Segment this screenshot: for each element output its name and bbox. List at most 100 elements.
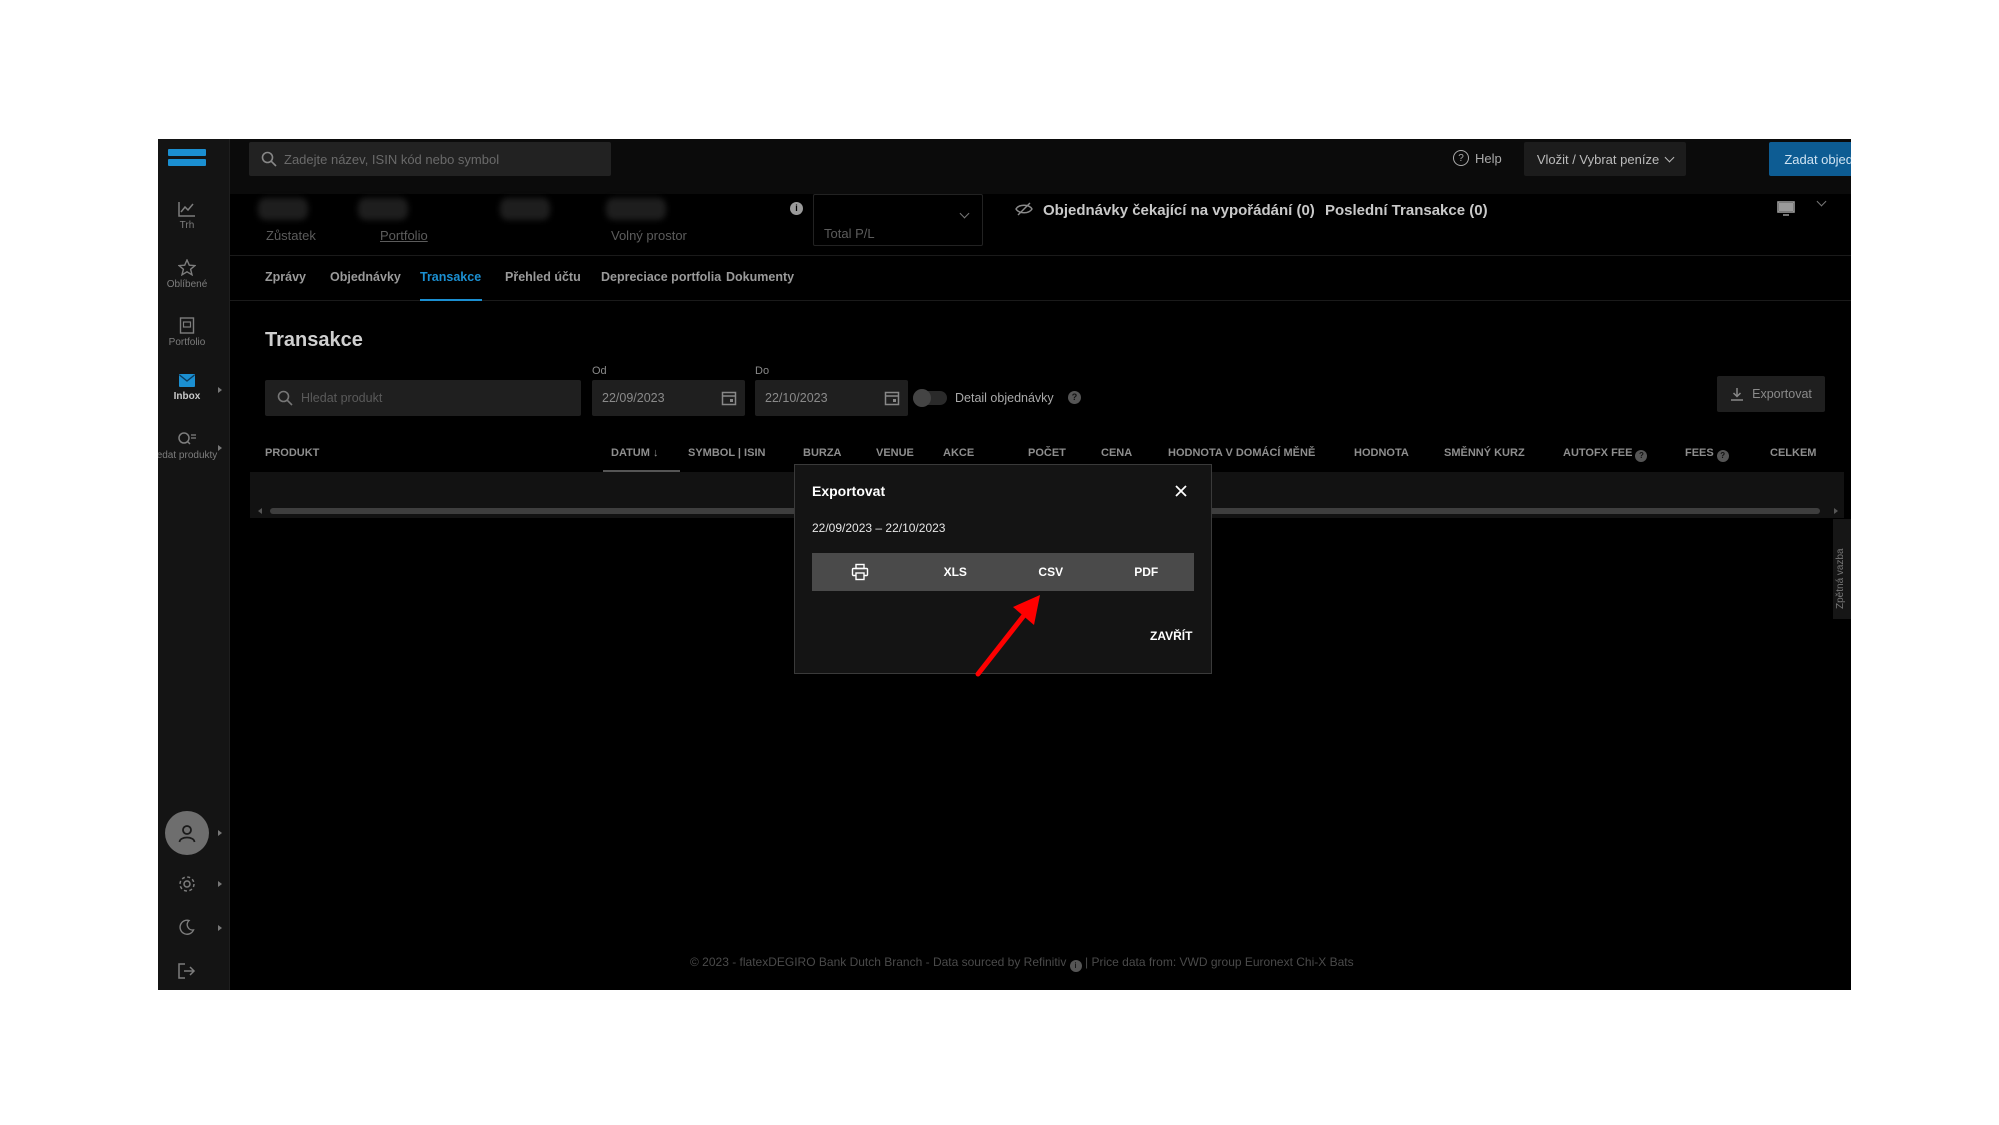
sidebar-item-label: Oblíbené — [166, 279, 208, 290]
tab-messages[interactable]: Zprávy — [265, 270, 306, 284]
scroll-right-arrow[interactable] — [1834, 508, 1838, 514]
column-header-action[interactable]: AKCE — [943, 447, 974, 459]
column-header-fees[interactable]: FEES? — [1685, 447, 1729, 462]
column-header-venue[interactable]: VENUE — [876, 447, 914, 459]
info-icon[interactable]: i — [1069, 960, 1082, 972]
close-icon[interactable] — [1173, 483, 1189, 499]
gear-icon[interactable] — [178, 875, 196, 893]
global-search-input[interactable]: Zadejte název, ISIN kód nebo symbol — [249, 142, 611, 176]
column-header-label: AUTOFX FEE — [1563, 447, 1633, 459]
sidebar-item-favorites[interactable]: Oblíbené — [158, 259, 216, 290]
chevron-down-icon — [1664, 152, 1675, 162]
sidebar-item-market[interactable]: Trh — [158, 201, 216, 231]
pl-label: Total P/L — [824, 226, 875, 241]
export-format-group: XLS CSV PDF — [812, 553, 1194, 591]
sidebar-item-label: Portfolio — [168, 337, 206, 348]
export-label: Exportovat — [1752, 387, 1812, 401]
pending-orders-link[interactable]: Objednávky čekající na vypořádání (0) — [1043, 202, 1315, 219]
calendar-icon[interactable] — [884, 390, 900, 406]
place-order-button[interactable]: Zadat objednávku — [1769, 142, 1851, 176]
monitor-icon[interactable] — [1777, 201, 1795, 216]
info-icon[interactable]: i — [790, 202, 803, 215]
column-header-price[interactable]: CENA — [1101, 447, 1132, 459]
chevron-right-icon[interactable] — [218, 445, 222, 451]
logout-icon[interactable] — [178, 963, 196, 979]
sidebar-item-search-products[interactable]: edat produkty — [158, 431, 226, 461]
export-date-range: 22/09/2023 – 22/10/2023 — [812, 521, 946, 535]
column-header-date[interactable]: DATUM ↓ — [611, 447, 658, 459]
top-bar: Zadejte název, ISIN kód nebo symbol ? He… — [230, 139, 1851, 194]
chevron-right-icon[interactable] — [218, 830, 222, 836]
xls-button[interactable]: XLS — [908, 553, 1004, 591]
tab-orders[interactable]: Objednávky — [330, 270, 401, 284]
help-icon[interactable]: ? — [1635, 450, 1648, 462]
from-date-value: 22/09/2023 — [602, 391, 665, 405]
to-date-field[interactable]: 22/10/2023 — [755, 380, 908, 416]
column-header-autofx-fee[interactable]: AUTOFX FEE? — [1563, 447, 1648, 462]
to-label: Do — [755, 365, 770, 377]
help-link[interactable]: ? Help — [1453, 150, 1502, 166]
column-header-value[interactable]: HODNOTA — [1354, 447, 1409, 459]
sidebar-item-inbox[interactable]: Inbox — [158, 373, 216, 402]
sidebar-item-portfolio[interactable]: Portfolio — [158, 317, 216, 348]
dialog-title: Exportovat — [812, 483, 886, 499]
tab-portfolio-depreciation[interactable]: Depreciace portfolia — [601, 270, 721, 284]
tab-account-overview[interactable]: Přehled účtu — [505, 270, 581, 284]
logo[interactable] — [168, 149, 206, 173]
order-detail-label: Detail objednávky — [955, 391, 1054, 405]
tab-transactions[interactable]: Transakce — [420, 270, 481, 284]
column-header-label: FEES — [1685, 447, 1714, 459]
user-icon — [178, 825, 196, 843]
search-products-icon — [178, 432, 196, 445]
blurred-value — [500, 198, 550, 220]
column-header-value-local[interactable]: HODNOTA V DOMÁCÍ MĚNĚ — [1168, 447, 1315, 459]
help-icon: ? — [1453, 150, 1469, 166]
csv-button[interactable]: CSV — [1003, 553, 1099, 591]
deposit-withdraw-button[interactable]: Vložit / Vybrat peníze — [1524, 142, 1686, 176]
print-button[interactable] — [812, 553, 908, 591]
scroll-left-arrow[interactable] — [258, 508, 262, 514]
chevron-right-icon[interactable] — [218, 925, 222, 931]
search-placeholder: Zadejte název, ISIN kód nebo symbol — [284, 151, 500, 167]
column-header-total[interactable]: CELKEM — [1770, 447, 1816, 459]
chevron-down-icon[interactable] — [1816, 196, 1827, 207]
column-header-exchange-rate[interactable]: SMĚNNÝ KURZ — [1444, 447, 1525, 459]
chart-line-icon — [178, 202, 195, 217]
column-header-product[interactable]: PRODUKT — [265, 447, 319, 459]
search-icon — [261, 151, 277, 167]
eye-off-icon[interactable] — [1015, 202, 1033, 216]
column-header-symbol-isin[interactable]: SYMBOL | ISIN — [688, 447, 765, 459]
footer-text: © 2023 - flatexDEGIRO Bank Dutch Branch … — [690, 955, 1067, 969]
from-label: Od — [592, 365, 607, 377]
app-window: Trh Oblíbené Portfolio Inbox edat produk… — [158, 139, 1851, 990]
order-detail-toggle[interactable] — [913, 389, 947, 407]
help-label: Help — [1475, 150, 1502, 166]
portfolio-icon — [179, 317, 195, 334]
help-icon[interactable]: ? — [1068, 391, 1081, 404]
avatar[interactable] — [165, 811, 209, 855]
help-icon[interactable]: ? — [1716, 450, 1729, 462]
column-header-quantity[interactable]: POČET — [1028, 447, 1066, 459]
export-button[interactable]: Exportovat — [1717, 376, 1825, 412]
last-transactions-link[interactable]: Poslední Transakce (0) — [1325, 202, 1488, 219]
close-button[interactable]: ZAVŘÍT — [1150, 629, 1192, 643]
chevron-right-icon[interactable] — [218, 881, 222, 887]
mail-icon — [179, 374, 195, 387]
download-icon — [1731, 388, 1744, 401]
pdf-button[interactable]: PDF — [1099, 553, 1195, 591]
portfolio-link[interactable]: Portfolio — [380, 228, 428, 243]
tab-documents[interactable]: Dokumenty — [726, 270, 794, 284]
from-date-field[interactable]: 22/09/2023 — [592, 380, 745, 416]
moon-icon[interactable] — [179, 919, 195, 935]
chevron-down-icon — [959, 208, 970, 219]
export-dialog: Exportovat 22/09/2023 – 22/10/2023 XLS C… — [794, 464, 1212, 674]
blurred-value — [258, 198, 308, 220]
product-search-input[interactable]: Hledat produkt — [265, 380, 581, 416]
pl-select[interactable]: Total P/L — [813, 194, 983, 246]
calendar-icon[interactable] — [721, 390, 737, 406]
feedback-label: Zpětná vazba — [1835, 548, 1846, 609]
feedback-tab[interactable]: Zpětná vazba — [1833, 519, 1851, 619]
column-header-exchange[interactable]: BURZA — [803, 447, 842, 459]
chevron-right-icon[interactable] — [218, 387, 222, 393]
footer-text: | Price data from: VWD group Euronext Ch… — [1085, 955, 1354, 969]
